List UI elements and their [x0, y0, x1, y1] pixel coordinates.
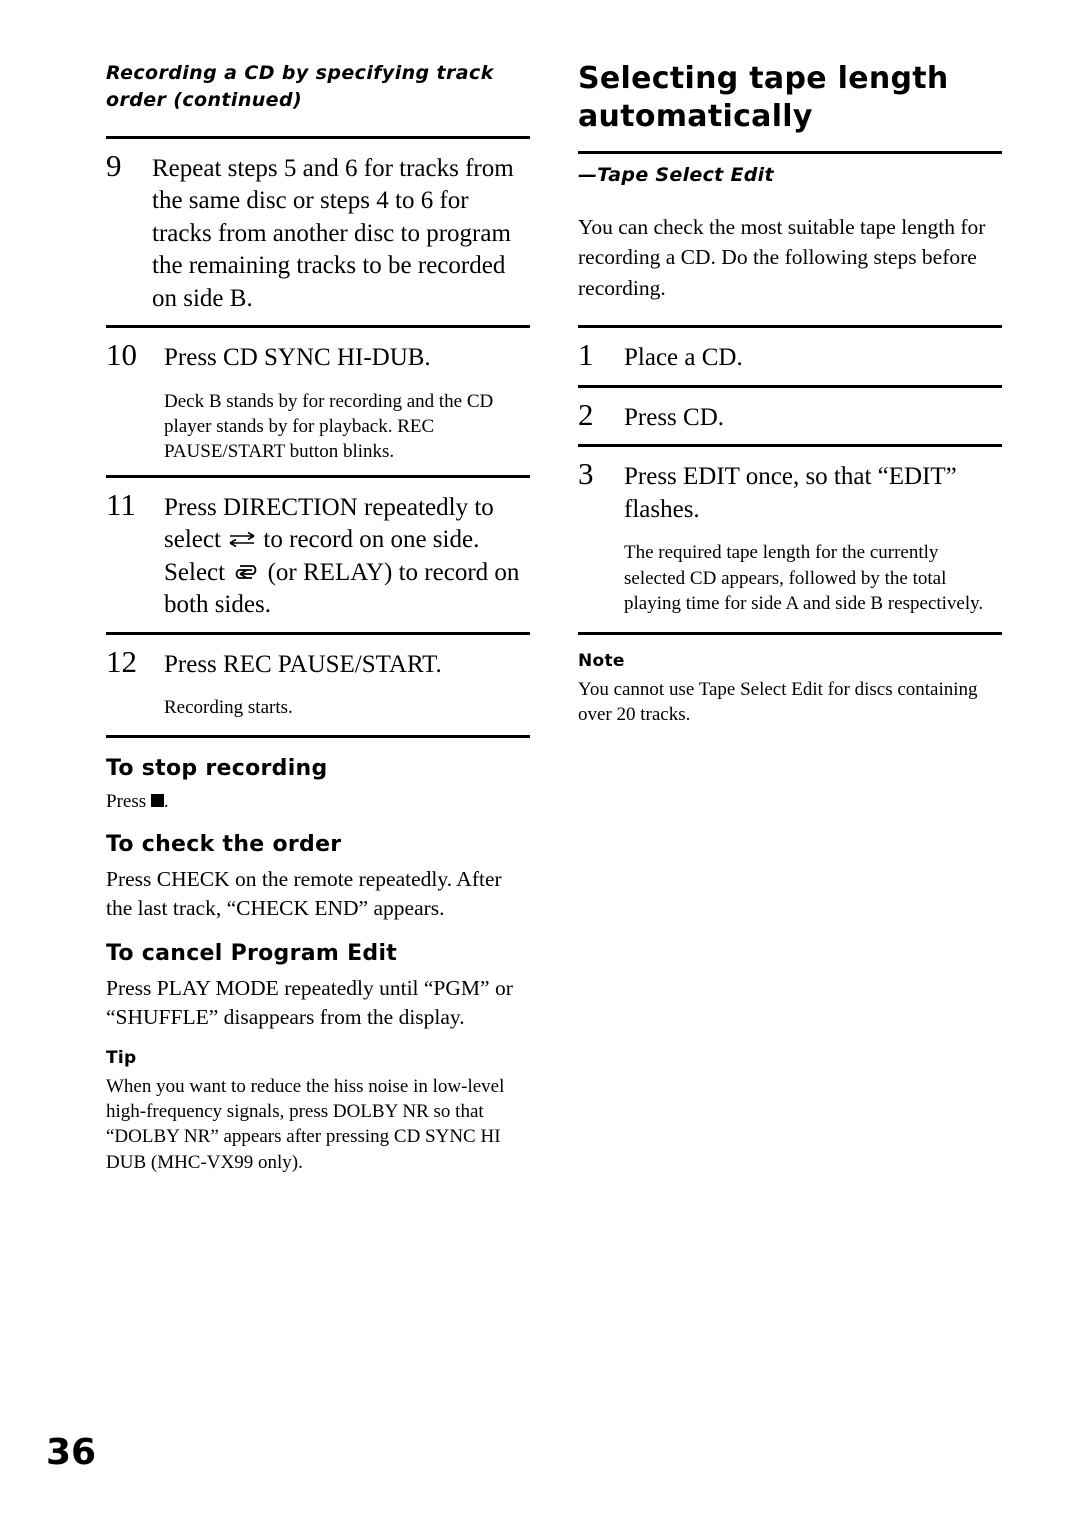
step-number: 11 — [106, 486, 136, 522]
step-item: 12 Press REC PAUSE/START. — [106, 635, 530, 692]
step-item: 10 Press CD SYNC HI-DUB. — [106, 328, 530, 385]
two-way-arrows-icon — [227, 526, 257, 548]
step-number: 9 — [106, 147, 122, 183]
manual-page: Recording a CD by specifying track order… — [0, 0, 1080, 1529]
step-note: Recording starts. — [164, 697, 293, 719]
step-text: Press EDIT once, so that “EDIT” flashes. — [624, 463, 957, 523]
section-heading-check-order: To check the order — [106, 831, 342, 857]
step-number: 10 — [106, 337, 137, 373]
section-text-cancel-program-edit: Press PLAY MODE repeatedly until “PGM” o… — [106, 975, 513, 1029]
step-text: Place a CD. — [624, 344, 743, 372]
step-item: 11 Press DIRECTION repeatedly to select … — [106, 478, 530, 632]
section-text-check-order: Press CHECK on the remote repeatedly. Af… — [106, 866, 502, 920]
step-item: 9 Repeat steps 5 and 6 for tracks from t… — [106, 139, 530, 326]
divider — [578, 150, 1002, 154]
intro-text: You can check the most suitable tape len… — [578, 214, 986, 300]
divider — [578, 632, 1002, 636]
tip-heading: Tip — [106, 1047, 137, 1068]
divider — [106, 734, 530, 738]
step-item: 2 Press CD. — [578, 388, 1002, 445]
section-heading-stop-recording: To stop recording — [106, 755, 328, 781]
step-number: 12 — [106, 643, 137, 679]
section-text-stop-recording: Press . — [106, 789, 530, 814]
step-item: 3 Press EDIT once, so that “EDIT” flashe… — [578, 447, 1002, 536]
step-text: Press REC PAUSE/START. — [164, 650, 442, 678]
page-subtitle: —Tape Select Edit — [578, 163, 774, 186]
step-note: The required tape length for the current… — [624, 542, 984, 614]
stop-square-icon — [150, 793, 164, 807]
step-text: Press CD. — [624, 403, 725, 431]
step-note: Deck B stands by for recording and the C… — [164, 390, 494, 463]
loop-arrows-icon — [231, 560, 261, 580]
step-text: Press CD SYNC HI-DUB. — [164, 344, 431, 372]
page-title: Selecting tape length automatically — [578, 61, 949, 135]
running-head: Recording a CD by specifying track order… — [106, 62, 494, 111]
step-item: 1 Place a CD. — [578, 328, 1002, 385]
period-label: . — [163, 790, 169, 812]
step-number: 1 — [578, 337, 594, 373]
step-text: Repeat steps 5 and 6 for tracks from the… — [152, 154, 514, 312]
step-number: 2 — [578, 396, 594, 432]
section-heading-cancel-program-edit: To cancel Program Edit — [106, 940, 398, 966]
step-text: Press DIRECTION repeatedly to select to … — [164, 487, 530, 622]
step-number: 3 — [578, 456, 594, 492]
tip-text: When you want to reduce the hiss noise i… — [106, 1075, 505, 1173]
note-text: You cannot use Tape Select Edit for disc… — [578, 679, 978, 726]
left-column: Recording a CD by specifying track order… — [106, 60, 530, 1185]
note-heading: Note — [578, 651, 625, 672]
press-label: Press — [106, 790, 151, 812]
right-column: Selecting tape length automatically —Tap… — [578, 60, 1002, 738]
page-number: 36 — [46, 1432, 97, 1473]
